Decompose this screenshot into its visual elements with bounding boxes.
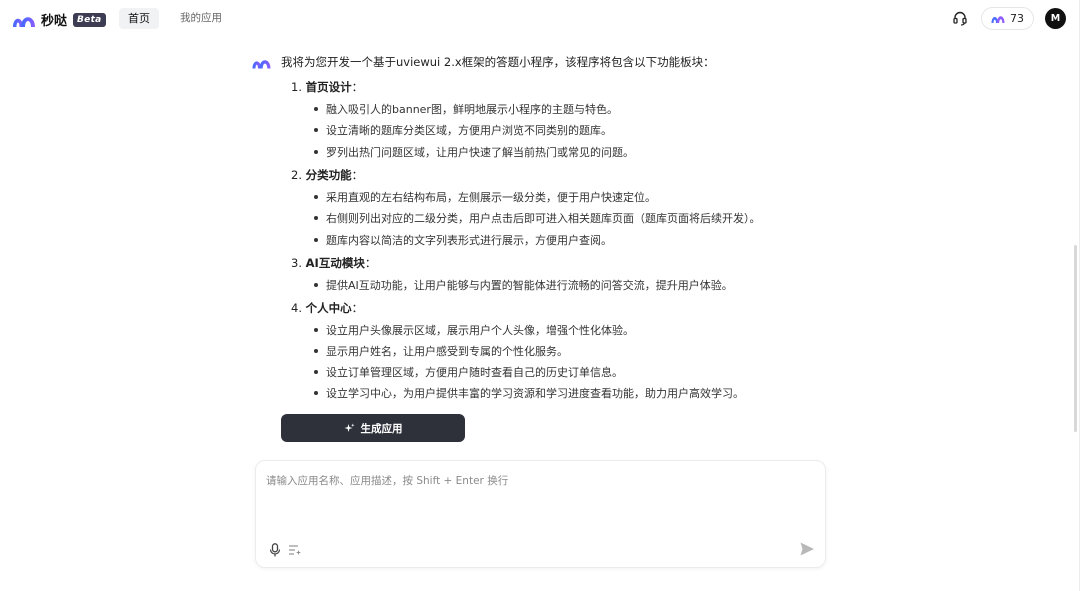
assistant-avatar-icon [252, 60, 271, 69]
list-item: 采用直观的左右结构布局，左侧展示一级分类，便于用户快速定位。 [314, 189, 656, 205]
section-title: 3. AI互动模块： [291, 255, 376, 271]
microphone-icon[interactable] [269, 543, 281, 557]
list-item-text: 提供AI互动功能，让用户能够与内置的智能体进行流畅的问答交流，提升用户体验。 [326, 279, 733, 292]
list-item-text: 设立订单管理区域，方便用户随时查看自己的历史订单信息。 [326, 366, 623, 379]
list-item: 提供AI互动功能，让用户能够与内置的智能体进行流畅的问答交流，提升用户体验。 [314, 277, 733, 293]
list-item: 题库内容以简洁的文字列表形式进行展示，方便用户查阅。 [314, 232, 612, 248]
credits-badge[interactable]: 73 [981, 7, 1034, 30]
list-item: 右侧则列出对应的二级分类，用户点击后即可进入相关题库页面（题库页面将后续开发）。 [314, 210, 761, 226]
section-heading: AI互动模块 [305, 256, 365, 270]
prompt-input[interactable] [266, 473, 811, 533]
section-number: 2. [291, 168, 302, 182]
prompt-list-icon[interactable] [288, 544, 302, 556]
sparkle-icon [344, 423, 354, 432]
list-item: 设立清晰的题库分类区域，方便用户浏览不同类别的题库。 [314, 122, 612, 138]
generate-app-button[interactable]: 生成应用 [281, 414, 465, 442]
brand-arch-icon [13, 16, 35, 27]
section-title: 4. 个人中心： [291, 300, 363, 316]
list-item: 融入吸引人的banner图，鲜明地展示小程序的主题与特色。 [314, 101, 618, 117]
logo[interactable]: 秒哒 Beta [12, 10, 106, 29]
section-colon: ： [351, 168, 364, 182]
list-item-text: 右侧则列出对应的二级分类，用户点击后即可进入相关题库页面（题库页面将后续开发）。 [326, 212, 761, 225]
credits-count: 73 [1010, 12, 1024, 25]
assistant-intro: 我将为您开发一个基于uviewui 2.x框架的答题小程序，该程序将包含以下功能… [281, 55, 715, 69]
list-item-text: 融入吸引人的banner图，鲜明地展示小程序的主题与特色。 [326, 103, 618, 116]
generate-app-label: 生成应用 [360, 422, 403, 435]
section-colon: ： [351, 301, 364, 315]
user-avatar[interactable]: M [1045, 8, 1066, 29]
brand-m-icon [991, 16, 1005, 23]
section-heading: 首页设计 [305, 80, 352, 94]
section-number: 3. [291, 256, 302, 270]
section-number: 1. [291, 80, 302, 94]
section-title: 1. 首页设计： [291, 79, 363, 95]
headset-icon[interactable] [952, 10, 968, 26]
section-heading: 分类功能 [305, 168, 352, 182]
section-heading: 个人中心 [305, 301, 352, 315]
section-colon: ： [364, 256, 377, 270]
list-item: 设立用户头像展示区域，展示用户个人头像，增强个性化体验。 [314, 322, 634, 338]
list-item-text: 设立用户头像展示区域，展示用户个人头像，增强个性化体验。 [326, 324, 634, 337]
app-window: 秒哒 Beta 首页 我的应用 73 M 我将为您开发一个基于uviewui 2… [0, 0, 1080, 591]
section-number: 4. [291, 301, 302, 315]
list-item: 罗列出热门问题区域，让用户快速了解当前热门或常见的问题。 [314, 144, 634, 160]
list-item-text: 设立清晰的题库分类区域，方便用户浏览不同类别的题库。 [326, 124, 612, 137]
list-item: 设立学习中心，为用户提供丰富的学习资源和学习进度查看功能，助力用户高效学习。 [314, 385, 744, 401]
section-colon: ： [351, 80, 364, 94]
app-name: 秒哒 [41, 14, 68, 29]
nav-home[interactable]: 首页 [119, 8, 159, 29]
chat-composer [255, 460, 826, 568]
list-item-text: 设立学习中心，为用户提供丰富的学习资源和学习进度查看功能，助力用户高效学习。 [326, 387, 744, 400]
beta-badge: Beta [73, 12, 106, 27]
nav-my-apps[interactable]: 我的应用 [180, 8, 222, 29]
list-item-text: 采用直观的左右结构布局，左侧展示一级分类，便于用户快速定位。 [326, 191, 656, 204]
list-item-text: 罗列出热门问题区域，让用户快速了解当前热门或常见的问题。 [326, 146, 634, 159]
list-item: 显示用户姓名，让用户感受到专属的个性化服务。 [314, 343, 568, 359]
top-bar: 秒哒 Beta 首页 我的应用 73 M [0, 0, 1080, 38]
send-icon[interactable] [799, 541, 815, 557]
list-item-text: 显示用户姓名，让用户感受到专属的个性化服务。 [326, 345, 568, 358]
list-item: 设立订单管理区域，方便用户随时查看自己的历史订单信息。 [314, 364, 623, 380]
scrollbar[interactable] [1074, 245, 1077, 432]
section-title: 2. 分类功能： [291, 167, 363, 183]
list-item-text: 题库内容以简洁的文字列表形式进行展示，方便用户查阅。 [326, 234, 612, 247]
